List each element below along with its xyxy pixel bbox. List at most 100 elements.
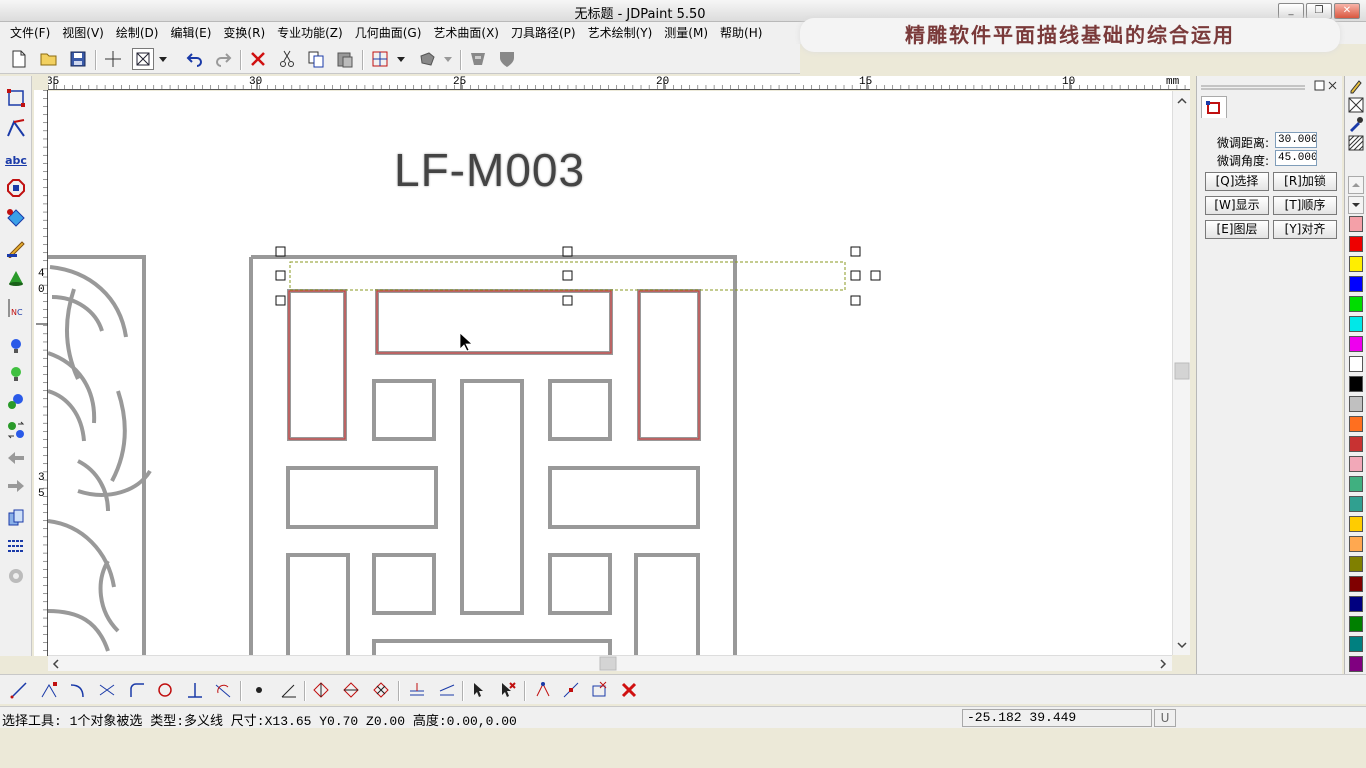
color-swatch[interactable] <box>1349 476 1363 492</box>
arc-tool-icon[interactable] <box>66 679 88 701</box>
color-swatch[interactable] <box>1349 336 1363 352</box>
color-swatch[interactable] <box>1349 296 1363 312</box>
vertical-scrollbar[interactable] <box>1172 91 1190 655</box>
crosshair-icon[interactable] <box>102 48 124 70</box>
order-button[interactable]: [T]顺序 <box>1273 196 1337 215</box>
menu-geometry-surface[interactable]: 几何曲面(G) <box>349 22 428 44</box>
color-swatch[interactable] <box>1349 616 1363 632</box>
layer-shape-icon[interactable] <box>416 48 438 70</box>
polyline-icon[interactable] <box>4 116 28 140</box>
fine-angle-input[interactable] <box>1275 150 1317 166</box>
color-swatch[interactable] <box>1349 496 1363 512</box>
color-swatch[interactable] <box>1349 656 1363 672</box>
menu-art-draw[interactable]: 艺术绘制(Y) <box>582 22 659 44</box>
shield-icon[interactable] <box>496 48 518 70</box>
gear-flower-icon[interactable] <box>4 564 28 588</box>
swap-icon[interactable] <box>4 418 28 442</box>
chevron-down-icon[interactable] <box>1348 196 1364 214</box>
new-file-icon[interactable] <box>8 48 30 70</box>
color-swatch[interactable] <box>1349 356 1363 372</box>
diamond-split-icon[interactable] <box>340 679 362 701</box>
redo-icon[interactable] <box>212 48 234 70</box>
align-button[interactable]: [Y]对齐 <box>1273 220 1337 239</box>
menu-file[interactable]: 文件(F) <box>4 22 56 44</box>
color-swatch[interactable] <box>1349 216 1363 232</box>
chevron-down-icon[interactable] <box>394 48 408 70</box>
menu-view[interactable]: 视图(V) <box>56 22 110 44</box>
circle-tool-icon[interactable] <box>154 679 176 701</box>
color-swatch[interactable] <box>1349 256 1363 272</box>
minimize-button[interactable]: _ <box>1278 3 1304 19</box>
color-swatch[interactable] <box>1349 376 1363 392</box>
perpendicular-icon[interactable] <box>184 679 206 701</box>
pointer-remove-icon[interactable] <box>496 679 518 701</box>
color-swatch[interactable] <box>1349 556 1363 572</box>
open-folder-icon[interactable] <box>38 48 60 70</box>
bulb-green-icon[interactable] <box>4 362 28 386</box>
color-swatch[interactable] <box>1349 396 1363 412</box>
menu-transform[interactable]: 变换(R) <box>217 22 271 44</box>
text-abc-icon[interactable]: abc <box>4 148 28 172</box>
undo-icon[interactable] <box>184 48 206 70</box>
menu-draw[interactable]: 绘制(D) <box>110 22 165 44</box>
horizontal-scrollbar[interactable] <box>48 655 1172 671</box>
tangent-icon[interactable] <box>212 679 234 701</box>
close-icon[interactable] <box>618 679 640 701</box>
list-lines-icon[interactable] <box>4 534 28 558</box>
arrow-left-icon[interactable] <box>4 446 28 470</box>
lock-button[interactable]: [R]加锁 <box>1273 172 1337 191</box>
octagon-icon[interactable] <box>4 176 28 200</box>
color-swatch[interactable] <box>1349 456 1363 472</box>
cup-icon[interactable] <box>467 48 489 70</box>
panel-tab[interactable] <box>1201 96 1227 118</box>
diamond-tool-icon[interactable] <box>310 679 332 701</box>
menu-measure[interactable]: 测量(M) <box>658 22 714 44</box>
color-swatch[interactable] <box>1349 536 1363 552</box>
color-swatch[interactable] <box>1349 436 1363 452</box>
pen-tool-icon[interactable] <box>4 236 28 260</box>
pencil-icon[interactable] <box>1348 78 1364 94</box>
color-swatch[interactable] <box>1349 236 1363 252</box>
offset-line-icon[interactable] <box>406 679 428 701</box>
stack-icon[interactable] <box>4 506 28 530</box>
pointer-add-icon[interactable] <box>468 679 490 701</box>
save-icon[interactable] <box>67 48 89 70</box>
show-button[interactable]: [W]显示 <box>1205 196 1269 215</box>
node-edit-icon[interactable] <box>369 48 391 70</box>
select-button[interactable]: [Q]选择 <box>1205 172 1269 191</box>
eyedropper-icon[interactable] <box>1348 116 1364 132</box>
cut-icon[interactable] <box>276 48 298 70</box>
copy-icon[interactable] <box>305 48 327 70</box>
color-swatch[interactable] <box>1349 516 1363 532</box>
fine-distance-input[interactable] <box>1275 132 1317 148</box>
arrow-right-icon[interactable] <box>4 474 28 498</box>
chevron-down-icon[interactable] <box>441 48 455 70</box>
menu-edit[interactable]: 编辑(E) <box>164 22 217 44</box>
color-swatch[interactable] <box>1349 636 1363 652</box>
layer-button[interactable]: [E]图层 <box>1205 220 1269 239</box>
diamond-fill-icon[interactable] <box>4 206 28 230</box>
color-swatch[interactable] <box>1349 316 1363 332</box>
pattern-icon[interactable] <box>1348 135 1364 151</box>
bulb-multi-icon[interactable] <box>4 390 28 414</box>
delete-icon[interactable] <box>247 48 269 70</box>
color-swatch[interactable] <box>1349 596 1363 612</box>
color-swatch[interactable] <box>1349 416 1363 432</box>
color-swatch[interactable] <box>1349 576 1363 592</box>
cone-icon[interactable] <box>4 266 28 290</box>
menu-toolpath[interactable]: 刀具路径(P) <box>505 22 582 44</box>
bezier-tool-icon[interactable] <box>38 679 60 701</box>
round-corner-icon[interactable] <box>126 679 148 701</box>
menu-help[interactable]: 帮助(H) <box>714 22 768 44</box>
node-add-icon[interactable] <box>560 679 582 701</box>
menu-art-surface[interactable]: 艺术曲面(X) <box>427 22 505 44</box>
line-tool-icon[interactable] <box>8 679 30 701</box>
node-delete-icon[interactable] <box>588 679 610 701</box>
bulb-blue-icon[interactable] <box>4 334 28 358</box>
diamond-cross-icon[interactable] <box>370 679 392 701</box>
menu-special[interactable]: 专业功能(Z) <box>271 22 349 44</box>
chevron-up-icon[interactable] <box>1348 176 1364 194</box>
restore-button[interactable]: ❐ <box>1306 3 1332 19</box>
select-node-icon[interactable] <box>4 86 28 110</box>
drawing-canvas[interactable]: LF-M003 <box>48 91 1172 655</box>
